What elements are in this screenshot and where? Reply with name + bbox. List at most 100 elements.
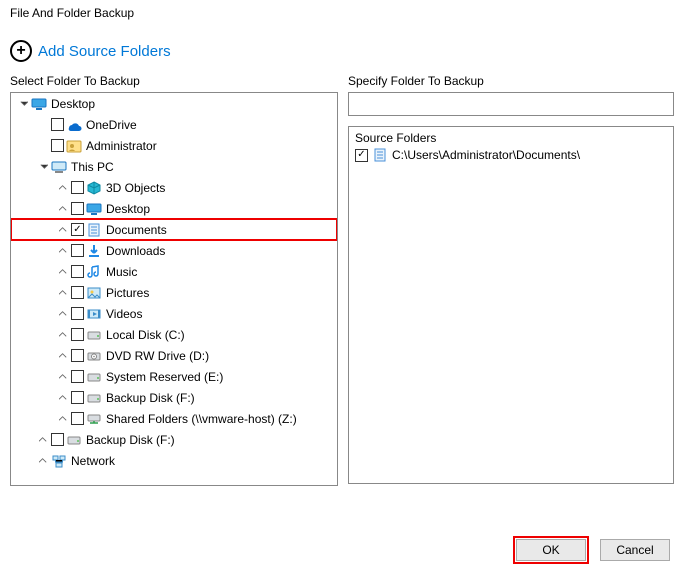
expand-icon[interactable] [57,308,69,320]
ok-button[interactable]: OK [516,539,586,561]
tree-row[interactable]: Administrator [11,135,337,156]
expand-icon[interactable] [57,224,69,236]
expand-icon[interactable] [57,413,69,425]
checkbox[interactable] [71,328,84,341]
tree-item-label: 3D Objects [104,181,165,195]
add-source-folders-button[interactable]: + Add Source Folders [0,22,684,74]
collapse-icon[interactable] [37,161,49,173]
disk-icon [86,390,102,406]
source-folders-header: Source Folders [355,131,667,145]
music-icon [86,264,102,280]
checkbox[interactable] [71,265,84,278]
tree-row[interactable]: This PC [11,156,337,177]
tree-item-label: Music [104,265,137,279]
netdrive-icon [86,411,102,427]
checkbox[interactable] [71,202,84,215]
expand-icon[interactable] [37,434,49,446]
tree-item-label: Desktop [104,202,150,216]
downloads-icon [86,243,102,259]
expand-icon[interactable] [57,203,69,215]
tree-row[interactable]: Network [11,450,337,471]
tree-row[interactable]: Documents [11,219,337,240]
checkbox[interactable] [71,370,84,383]
tree-item-label: Downloads [104,244,165,258]
expand-icon[interactable] [37,455,49,467]
source-folder-item[interactable]: C:\Users\Administrator\Documents\ [355,147,667,163]
checkbox[interactable] [51,433,64,446]
expand-icon[interactable] [57,371,69,383]
pictures-icon [86,285,102,301]
tree-row[interactable]: Music [11,261,337,282]
checkbox[interactable] [71,181,84,194]
disk-icon [86,327,102,343]
checkbox[interactable] [355,149,368,162]
checkbox[interactable] [71,349,84,362]
tree-item-label: Network [69,454,115,468]
user-icon [66,138,82,154]
source-folder-path: C:\Users\Administrator\Documents\ [392,148,580,162]
specify-folder-label: Specify Folder To Backup [348,74,674,88]
collapse-icon[interactable] [17,98,29,110]
desktop-icon [31,96,47,112]
tree-row[interactable]: Downloads [11,240,337,261]
tree-item-label: OneDrive [84,118,137,132]
tree-row[interactable]: Desktop [11,93,337,114]
select-folder-label: Select Folder To Backup [10,74,338,88]
checkbox[interactable] [71,307,84,320]
tree-row[interactable]: System Reserved (E:) [11,366,337,387]
expand-icon[interactable] [57,245,69,257]
tree-row[interactable]: Backup Disk (F:) [11,429,337,450]
expand-icon[interactable] [57,266,69,278]
onedrive-icon [66,117,82,133]
3dobjects-icon [86,180,102,196]
tree-row[interactable]: Local Disk (C:) [11,324,337,345]
checkbox[interactable] [71,286,84,299]
tree-row[interactable]: OneDrive [11,114,337,135]
expand-icon[interactable] [57,329,69,341]
source-folders-list: Source Folders C:\Users\Administrator\Do… [348,126,674,484]
tree-item-label: Documents [104,223,167,237]
desktop-sm-icon [86,201,102,217]
add-source-label: Add Source Folders [38,43,171,60]
checkbox[interactable] [71,391,84,404]
expand-icon[interactable] [57,392,69,404]
expand-icon[interactable] [57,350,69,362]
checkbox[interactable] [51,118,64,131]
tree-row[interactable]: Backup Disk (F:) [11,387,337,408]
tree-item-label: Local Disk (C:) [104,328,185,342]
tree-row[interactable]: Desktop [11,198,337,219]
documents-icon [86,222,102,238]
disk-icon [86,369,102,385]
tree-item-label: System Reserved (E:) [104,370,223,384]
tree-row[interactable]: Pictures [11,282,337,303]
folder-tree[interactable]: Desktop OneDrive Administrator This PC 3D Ob… [10,92,338,486]
tree-item-label: Shared Folders (\\vmware-host) (Z:) [104,412,297,426]
expand-icon[interactable] [57,287,69,299]
videos-icon [86,306,102,322]
expand-icon[interactable] [57,182,69,194]
tree-row[interactable]: Videos [11,303,337,324]
pc-icon [51,159,67,175]
tree-row[interactable]: 3D Objects [11,177,337,198]
tree-item-label: Backup Disk (F:) [84,433,175,447]
specify-folder-input[interactable] [348,92,674,116]
window-title: File And Folder Backup [0,0,684,22]
tree-item-label: DVD RW Drive (D:) [104,349,209,363]
plus-icon: + [10,40,32,62]
tree-item-label: Pictures [104,286,149,300]
cancel-button[interactable]: Cancel [600,539,670,561]
tree-item-label: Desktop [49,97,95,111]
dvd-icon [86,348,102,364]
checkbox[interactable] [71,412,84,425]
tree-row[interactable]: DVD RW Drive (D:) [11,345,337,366]
tree-item-label: Backup Disk (F:) [104,391,195,405]
disk-icon [66,432,82,448]
checkbox[interactable] [71,223,84,236]
checkbox[interactable] [51,139,64,152]
tree-item-label: This PC [69,160,114,174]
documents-icon [372,147,388,163]
tree-item-label: Videos [104,307,142,321]
tree-row[interactable]: Shared Folders (\\vmware-host) (Z:) [11,408,337,429]
tree-item-label: Administrator [84,139,157,153]
checkbox[interactable] [71,244,84,257]
